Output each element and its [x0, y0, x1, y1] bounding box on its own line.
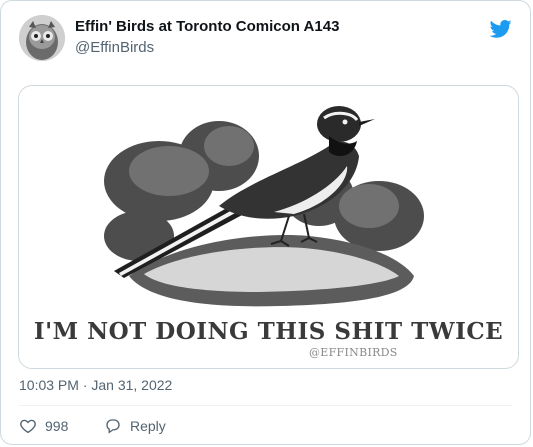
owl-avatar-icon — [19, 15, 65, 61]
tweet-image[interactable]: I'M NOT DOING THIS SHIT TWICE @EFFINBIRD… — [18, 85, 519, 369]
reply-button[interactable]: Reply — [104, 415, 166, 437]
watermark: @EFFINBIRDS — [309, 346, 398, 359]
tweet-card: Effin' Birds at Toronto Comicon A143 @Ef… — [0, 0, 531, 445]
divider — [19, 405, 512, 406]
twitter-bird-icon[interactable] — [488, 17, 512, 41]
author-name[interactable]: Effin' Birds at Toronto Comicon A143 — [75, 18, 339, 35]
heart-icon — [20, 419, 36, 434]
avatar[interactable] — [19, 15, 65, 61]
like-count: 998 — [45, 418, 69, 434]
tweet-timestamp[interactable]: 10:03 PM · Jan 31, 2022 — [19, 377, 172, 393]
tweet-header: Effin' Birds at Toronto Comicon A143 @Ef… — [19, 15, 516, 65]
like-button[interactable]: 998 — [19, 415, 68, 437]
bird-illustration — [104, 106, 424, 307]
reply-label: Reply — [130, 418, 166, 434]
meme-caption: I'M NOT DOING THIS SHIT TWICE — [33, 318, 504, 345]
author-handle[interactable]: @EffinBirds — [75, 39, 154, 56]
reply-icon — [106, 419, 120, 434]
